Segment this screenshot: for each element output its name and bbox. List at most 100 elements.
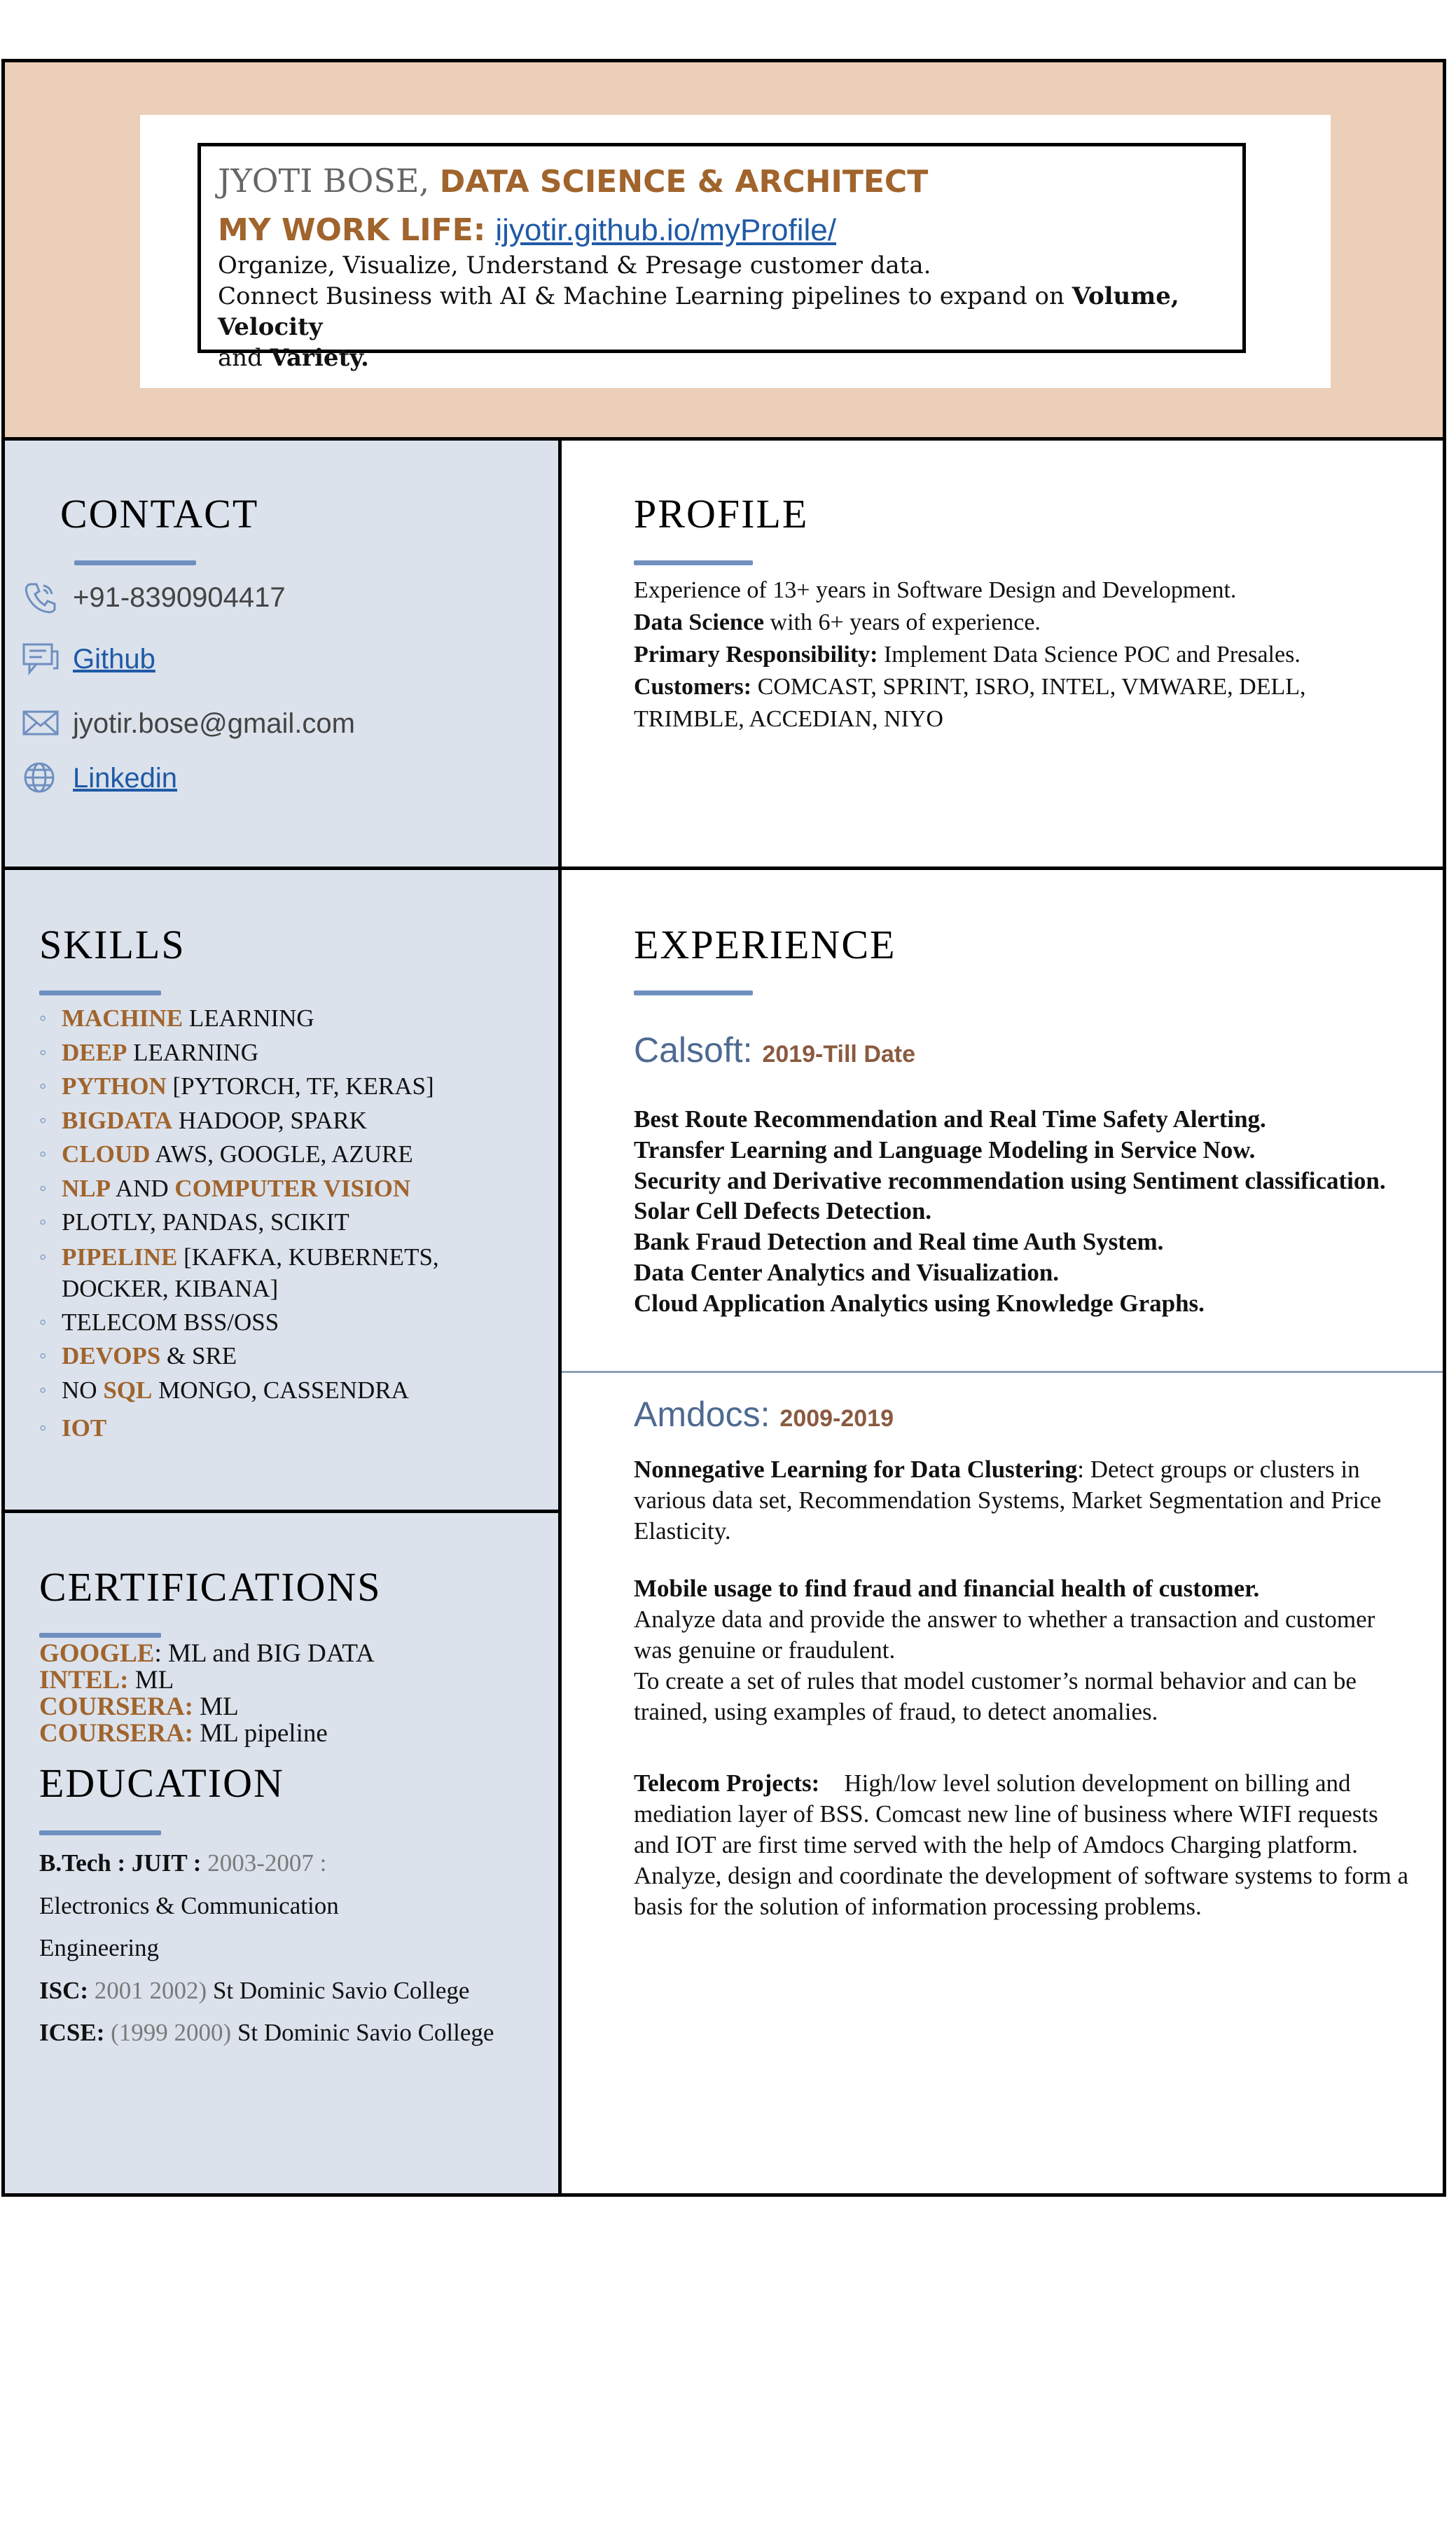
project-item: Transfer Learning and Language Modeling … — [634, 1136, 1256, 1164]
cert-item: COURSERA: ML pipeline — [39, 1720, 375, 1747]
skill-item: TELECOM BSS/OSS — [39, 1306, 529, 1340]
skill-text: LEARNING — [183, 1005, 314, 1032]
skill-highlight: NLP — [62, 1174, 111, 1202]
skill-item: PYTHON [PYTORCH, TF, KERAS] — [39, 1070, 529, 1104]
edu-icse-years: (1999 2000) — [104, 2019, 232, 2046]
github-link[interactable]: Github — [73, 644, 155, 675]
education-underline — [39, 1830, 161, 1835]
edu-btech-label: B.Tech : JUIT : — [39, 1849, 202, 1877]
skill-highlight-2: COMPUTER VISION — [174, 1174, 411, 1202]
contact-email: jyotir.bose@gmail.com — [21, 706, 355, 741]
experience-underline — [634, 991, 753, 995]
cert-org: GOOGLE — [39, 1639, 155, 1668]
ds-text: with 6+ years of experience. — [764, 609, 1041, 635]
education-list: B.Tech : JUIT : 2003-2007 : Electronics … — [39, 1842, 529, 2055]
skill-text: AND — [111, 1174, 175, 1202]
amdocs-heading: Amdocs: 2009-2019 — [634, 1394, 894, 1435]
row-divider-contact — [1, 867, 1446, 870]
phone-number: +91-8390904417 — [73, 581, 286, 613]
skill-item: NLP AND COMPUTER VISION — [39, 1172, 529, 1206]
project-item: Cloud Application Analytics using Knowle… — [634, 1289, 1205, 1317]
skill-item: CLOUD AWS, GOOGLE, AZURE — [39, 1138, 529, 1172]
contact-phone: +91-8390904417 — [21, 580, 286, 615]
skill-item: DEVOPS & SRE — [39, 1339, 529, 1374]
skill-highlight: MACHINE — [62, 1005, 183, 1032]
cert-item: INTEL: ML — [39, 1667, 375, 1694]
phone-icon — [21, 580, 62, 615]
mobile-text-2: To create a set of rules that model cust… — [634, 1667, 1357, 1725]
company-dates: 2019-Till Date — [762, 1041, 916, 1068]
skill-text: TELECOM BSS/OSS — [62, 1308, 279, 1336]
amdocs-telecom: Telecom Projects: High/low level solutio… — [634, 1768, 1418, 1922]
skill-item: BIGDATA HADOOP, SPARK — [39, 1104, 529, 1138]
skill-item: PIPELINE [KAFKA, KUBERNETS, DOCKER, KIBA… — [39, 1241, 529, 1304]
mobile-text-1: Analyze data and provide the answer to w… — [634, 1606, 1375, 1664]
project-item: Security and Derivative recommendation u… — [634, 1166, 1386, 1194]
skill-highlight: SQL — [103, 1376, 153, 1404]
edu-btech-years: 2003-2007 : — [201, 1849, 327, 1877]
column-divider — [558, 437, 562, 2197]
profile-responsibility: Primary Responsibility: Implement Data S… — [634, 639, 1411, 671]
chat-icon — [21, 642, 62, 677]
edu-icse-label: ICSE: — [39, 2019, 105, 2046]
ds-label: Data Science — [634, 609, 765, 635]
edu-isc-text: St Dominic Savio College — [207, 1976, 470, 2004]
contact-underline — [74, 560, 196, 565]
skill-text: MONGO, CASSENDRA — [152, 1376, 409, 1404]
cert-org: COURSERA: — [39, 1719, 193, 1748]
skill-text: & SRE — [160, 1342, 237, 1369]
profile-experience: Experience of 13+ years in Software Desi… — [634, 577, 1237, 603]
cert-org: INTEL: — [39, 1666, 129, 1695]
skill-item: PLOTLY, PANDAS, SCIKIT — [39, 1206, 529, 1240]
skills-list: MACHINE LEARNING DEEP LEARNING PYTHON [P… — [39, 1002, 529, 1446]
calsoft-heading: Calsoft: 2019-Till Date — [634, 1030, 915, 1070]
row-divider-skills — [1, 1510, 562, 1513]
education-title: EDUCATION — [39, 1760, 284, 1806]
certifications-underline — [39, 1633, 161, 1638]
skill-text: HADOOP, SPARK — [172, 1106, 368, 1134]
profile-customers: Customers: COMCAST, SPRINT, ISRO, INTEL,… — [634, 671, 1411, 736]
skill-highlight: DEEP — [62, 1038, 127, 1066]
company-name: Calsoft: — [634, 1030, 753, 1070]
linkedin-link[interactable]: Linkedin — [73, 763, 177, 794]
edu-isc-years: 2001 2002) — [88, 1976, 207, 2004]
experience-title: EXPERIENCE — [634, 922, 896, 967]
contact-linkedin: Linkedin — [21, 761, 177, 796]
experience-divider — [562, 1371, 1443, 1373]
edu-icse-text: St Dominic Savio College — [231, 2019, 494, 2046]
contact-github: Github — [21, 642, 155, 677]
mobile-label: Mobile usage to find fraud and financial… — [634, 1575, 1260, 1602]
resp-label: Primary Responsibility: — [634, 642, 878, 668]
edu-isc: ISC: 2001 2002) St Dominic Savio College — [39, 1970, 487, 2013]
profile-text: Experience of 13+ years in Software Desi… — [634, 574, 1411, 736]
skill-highlight: PIPELINE — [62, 1243, 178, 1271]
skill-prefix: NO — [62, 1376, 104, 1404]
company-dates: 2009-2019 — [779, 1405, 894, 1432]
skill-highlight: PYTHON — [62, 1072, 167, 1100]
calsoft-projects: Best Route Recommendation and Real Time … — [634, 1104, 1418, 1319]
cert-text: ML — [128, 1666, 174, 1695]
cert-item: COURSERA: ML — [39, 1694, 375, 1720]
edu-isc-label: ISC: — [39, 1976, 89, 2004]
certifications-list: GOOGLE: ML and BIG DATA INTEL: ML COURSE… — [39, 1641, 375, 1747]
skill-text: LEARNING — [127, 1038, 258, 1066]
cert-item: GOOGLE: ML and BIG DATA — [39, 1641, 375, 1667]
project-item: Bank Fraud Detection and Real time Auth … — [634, 1228, 1164, 1256]
skill-item: DEEP LEARNING — [39, 1036, 529, 1070]
cert-text: : ML and BIG DATA — [154, 1639, 375, 1668]
nonneg-label: Nonnegative Learning for Data Clustering — [634, 1456, 1078, 1483]
amdocs-mobile: Mobile usage to find fraud and financial… — [634, 1573, 1418, 1727]
envelope-icon — [21, 706, 62, 741]
cust-label: Customers: — [634, 674, 752, 700]
company-name: Amdocs: — [634, 1395, 770, 1434]
skill-item: NO SQL MONGO, CASSENDRA — [39, 1374, 529, 1408]
profile-data-science: Data Science with 6+ years of experience… — [634, 607, 1411, 639]
cert-text: ML pipeline — [193, 1719, 328, 1748]
skill-highlight: DEVOPS — [62, 1342, 161, 1369]
edu-icse: ICSE: (1999 2000) St Dominic Savio Colle… — [39, 2012, 501, 2055]
edu-btech-field: Electronics & Communication Engineering — [39, 1891, 339, 1962]
globe-icon — [21, 761, 62, 796]
profile-underline — [634, 560, 753, 565]
resp-text: Implement Data Science POC and Presales. — [878, 642, 1301, 668]
skill-text: PLOTLY, PANDAS, SCIKIT — [62, 1208, 349, 1236]
